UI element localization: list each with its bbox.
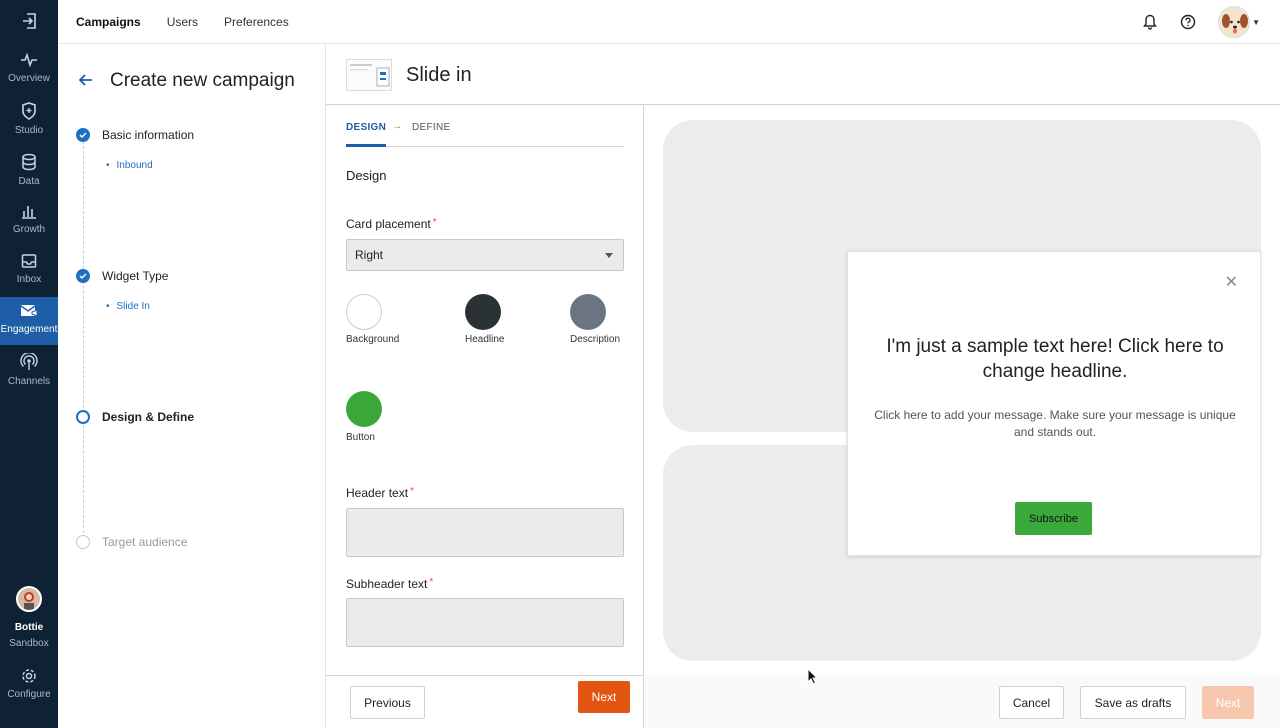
rail-item-studio[interactable]: Studio [0,96,58,144]
previous-button[interactable]: Previous [350,686,425,719]
main-area: Slide in DESIGN → DEFINE Design Card pla… [326,44,1280,728]
bar-chart-icon [22,206,36,219]
arrow-right-icon: → [392,121,403,132]
caret-down-icon [605,253,613,258]
left-rail: Overview Studio Data Growth Inbox Engage… [0,0,58,728]
pulse-icon [21,52,37,68]
save-drafts-button[interactable]: Save as drafts [1080,686,1186,719]
main-header: Slide in [326,44,1280,105]
dog-avatar [1218,6,1251,38]
workspace-name: Sandbox [9,638,49,649]
shield-icon [22,102,36,120]
mail-megaphone-icon [20,305,38,317]
cancel-button[interactable]: Cancel [999,686,1064,719]
step-label: Basic information [102,128,195,142]
card-placement-value: Right [355,248,384,262]
nav-users[interactable]: Users [167,15,198,29]
description-color-swatch[interactable] [570,294,606,330]
top-bar: Campaigns Users Preferences ▼ [58,0,1280,44]
rail-item-engagement[interactable]: Engagement [0,297,58,345]
section-title: Design [346,168,387,183]
check-icon [76,128,90,142]
rail-label: Configure [7,689,51,700]
mouse-cursor-icon [807,668,819,685]
rail-label: Engagement [0,324,58,335]
step-design-define[interactable]: Design & Define [76,410,194,424]
rail-label: Channels [7,376,51,387]
rail-item-growth[interactable]: Growth [0,197,58,245]
user-avatar[interactable] [16,586,42,612]
step-target-audience[interactable]: Target audience [76,535,187,549]
top-icons: ▼ [1142,6,1260,38]
subheader-text-label: Subheader text * [346,577,434,591]
inbox-icon [21,254,37,268]
button-color-swatch[interactable] [346,391,382,427]
rail-label: Data [18,176,40,187]
bottom-bar: Previous Cancel Save as drafts Next [326,675,1280,728]
widget-thumbnail [346,59,392,91]
subheader-text-input[interactable] [346,598,624,647]
steps-connector [83,141,84,543]
pending-step-icon [76,535,90,549]
card-description[interactable]: Click here to add your message. Make sur… [868,407,1242,441]
swatch-label: Button [346,432,375,443]
next-button[interactable]: Next [1202,686,1254,719]
user-name: Bottie [14,622,44,633]
header-text-input[interactable] [346,508,624,557]
back-arrow-icon[interactable] [78,72,94,88]
swatch-label: Headline [465,334,505,345]
rail-item-configure[interactable]: Configure [0,662,58,710]
database-icon [22,153,36,171]
rail-item-overview[interactable]: Overview [0,46,58,94]
broadcast-icon [20,353,38,370]
design-form: DESIGN → DEFINE Design Card placement * R… [326,106,644,675]
swatch-label: Background [346,334,400,345]
card-placement-label: Card placement * [346,217,437,231]
form-tabs: DESIGN → DEFINE [346,121,624,147]
rail-label: Studio [14,125,44,136]
rail-label: Inbox [16,274,42,285]
step-widget-type[interactable]: Widget Type [76,269,168,283]
step-label: Widget Type [102,269,169,283]
page-title: Create new campaign [110,70,295,91]
rail-item-data[interactable]: Data [0,147,58,195]
steps-panel: Create new campaign Basic information In… [58,44,326,728]
swatch-label: Description [570,334,621,345]
rail-item-inbox[interactable]: Inbox [0,247,58,295]
headline-color-swatch[interactable] [465,294,501,330]
nav-preferences[interactable]: Preferences [224,15,289,29]
help-icon[interactable] [1180,14,1196,30]
card-placement-select[interactable]: Right [346,239,624,271]
step-sub-slide-in: Slide In [106,301,150,312]
background-color-swatch[interactable] [346,294,382,330]
rail-label: Growth [12,224,46,235]
subscribe-button[interactable]: Subscribe [1015,502,1092,535]
tab-design[interactable]: DESIGN [346,122,387,147]
widget-title: Slide in [406,64,472,86]
card-headline[interactable]: I'm just a sample text here! Click here … [868,334,1242,384]
step-label: Target audience [102,535,188,549]
rail-item-channels[interactable]: Channels [0,347,58,395]
tab-define[interactable]: DEFINE [412,122,450,133]
step-sub-inbound: Inbound [106,160,153,171]
preview-panel: ✕ I'm just a sample text here! Click her… [645,106,1280,675]
nav-campaigns[interactable]: Campaigns [76,15,141,29]
rail-label: Overview [8,73,50,84]
close-icon[interactable]: ✕ [1225,272,1238,292]
chevron-down-icon: ▼ [1252,17,1260,27]
bell-icon[interactable] [1142,14,1158,30]
header-text-label: Header text * [346,486,414,500]
app: Overview Studio Data Growth Inbox Engage… [0,0,1280,728]
check-icon [76,269,90,283]
current-step-icon [76,410,90,424]
logout-icon[interactable] [0,0,58,42]
step-basic-information[interactable]: Basic information [76,128,194,142]
gear-icon [22,669,36,683]
top-nav: Campaigns Users Preferences [76,15,289,29]
slide-in-card: ✕ I'm just a sample text here! Click her… [847,251,1261,556]
profile-menu[interactable]: ▼ [1218,6,1260,38]
step-label: Design & Define [102,410,195,424]
